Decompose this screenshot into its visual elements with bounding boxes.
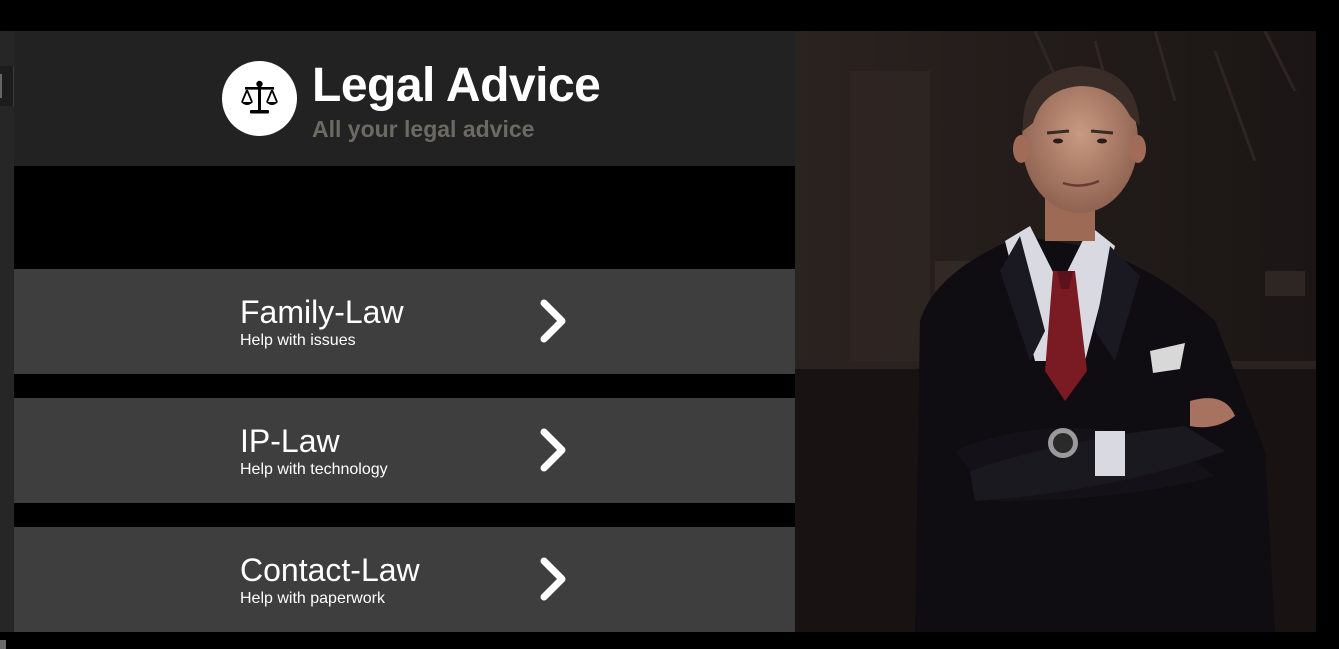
chevron-right-icon[interactable]: [538, 557, 568, 601]
card-title: Family-Law: [240, 294, 404, 330]
chevron-right-icon[interactable]: [538, 428, 568, 472]
card-title: IP-Law: [240, 423, 340, 459]
card-family-law[interactable]: Family-Law Help with issues: [14, 269, 795, 374]
card-ip-law[interactable]: IP-Law Help with technology: [14, 398, 795, 503]
side-panel-strip: [0, 31, 14, 632]
side-panel-handle[interactable]: [0, 66, 14, 106]
page: Legal Advice All your legal advice Famil…: [0, 0, 1339, 649]
card-subtitle: Help with technology: [240, 461, 388, 478]
brand-logo[interactable]: [222, 61, 297, 136]
card-contact-law[interactable]: Contact-Law Help with paperwork: [14, 527, 795, 632]
card-subtitle: Help with paperwork: [240, 590, 385, 607]
page-subtitle: All your legal advice: [312, 116, 535, 142]
hero-photo: [795, 31, 1316, 632]
card-subtitle: Help with issues: [240, 332, 356, 349]
chevron-right-icon[interactable]: [538, 299, 568, 343]
man-in-suit-photo: [795, 31, 1316, 632]
card-title: Contact-Law: [240, 552, 420, 588]
corner-handle: [0, 640, 6, 649]
page-title: Legal Advice: [312, 59, 601, 112]
brand-header: Legal Advice All your legal advice: [14, 31, 795, 166]
scales-icon: [241, 80, 278, 114]
